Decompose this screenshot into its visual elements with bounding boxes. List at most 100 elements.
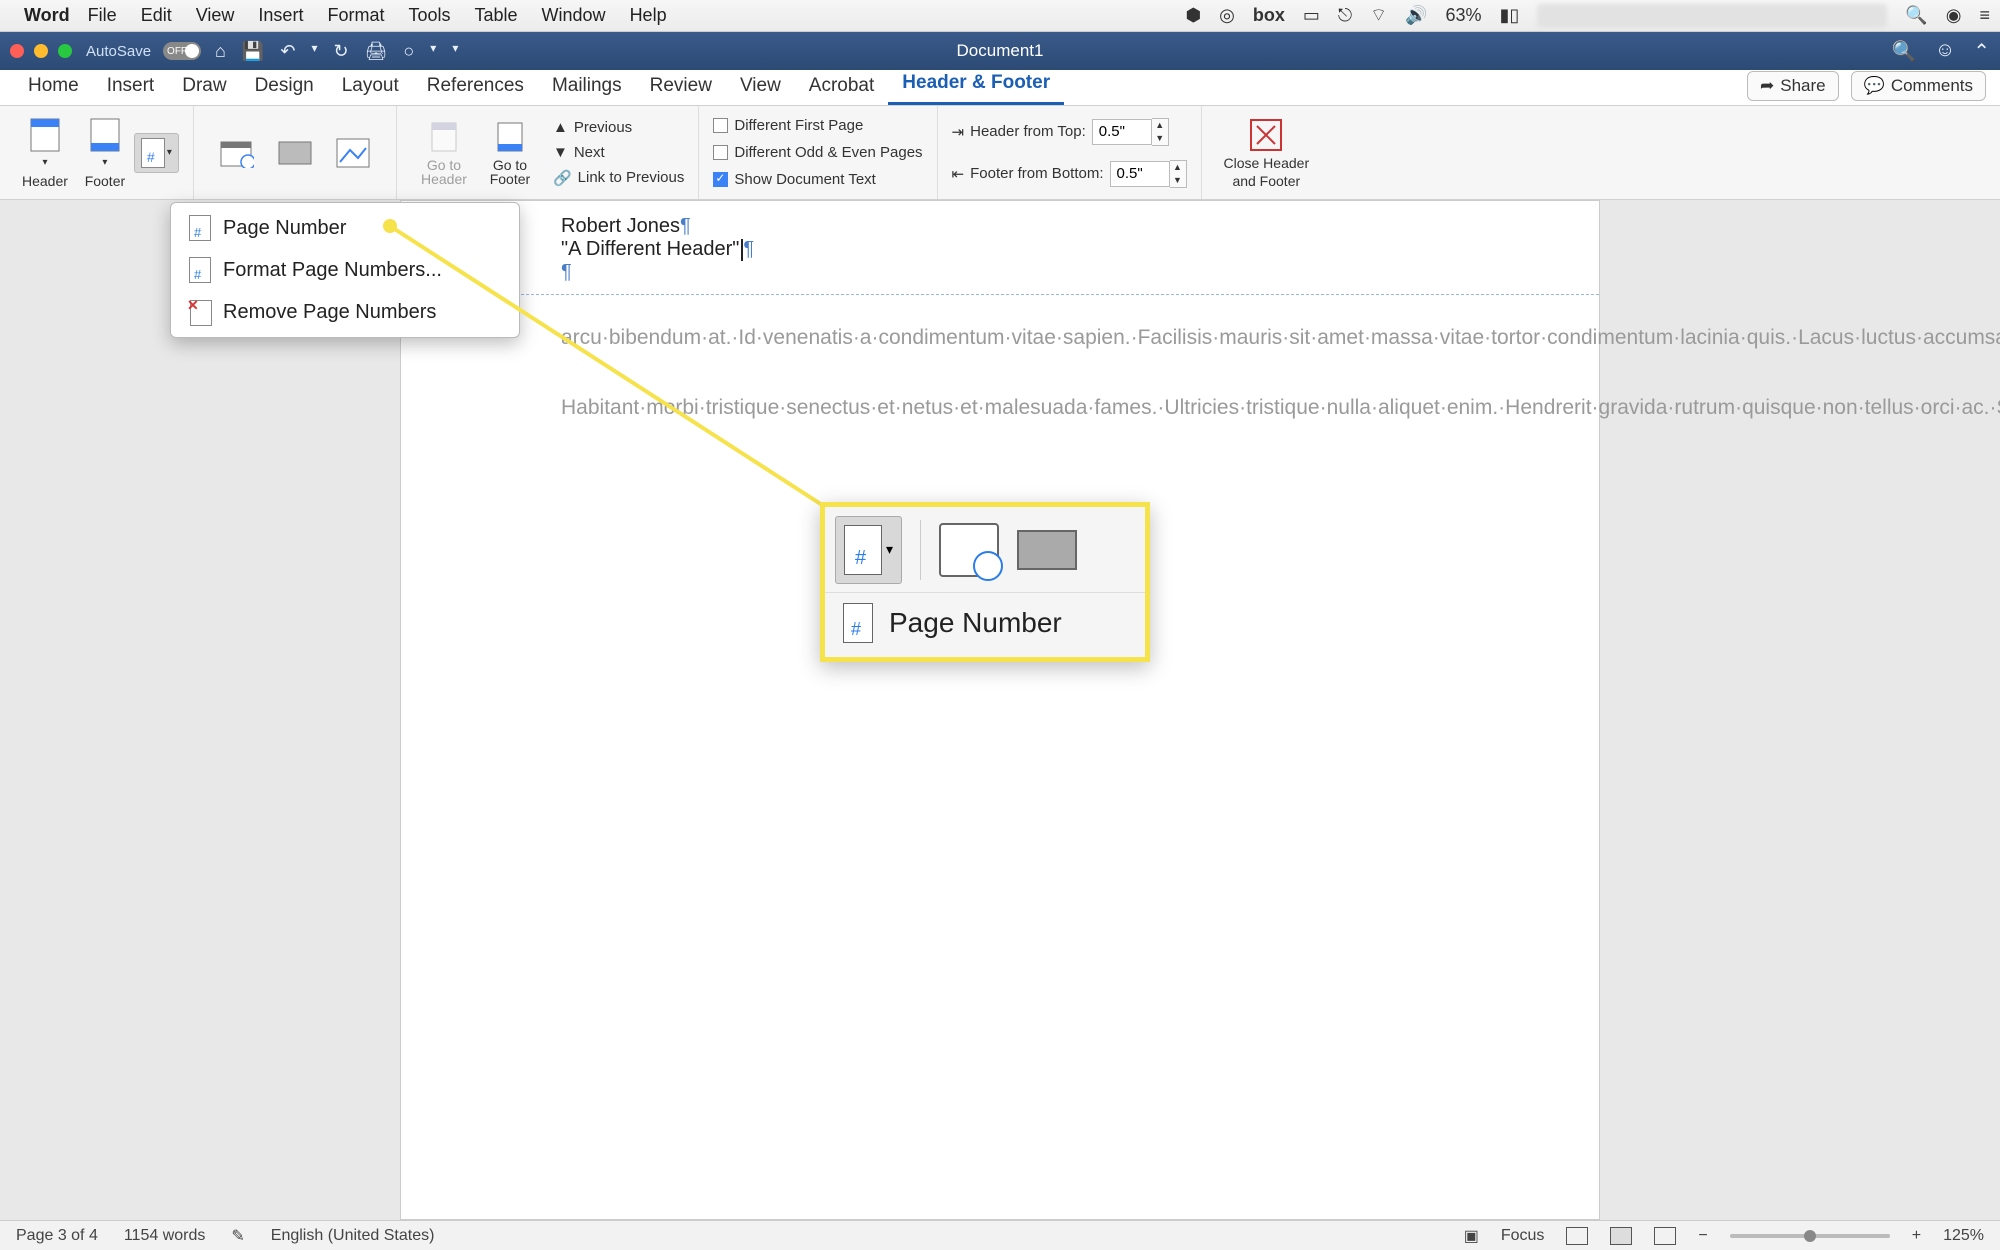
tab-layout[interactable]: Layout [328, 69, 413, 105]
menu-table[interactable]: Table [475, 5, 518, 26]
callout-picture-icon [1017, 530, 1077, 570]
spotlight-icon[interactable]: 🔍 [1905, 5, 1927, 26]
zoom-in-icon[interactable]: + [1912, 1227, 1921, 1245]
menu-file[interactable]: File [88, 5, 117, 26]
show-doctext-checkbox[interactable] [713, 172, 728, 187]
status-language[interactable]: English (United States) [271, 1227, 435, 1245]
tab-references[interactable]: References [413, 69, 538, 105]
header-label: Header [22, 174, 68, 188]
tab-review[interactable]: Review [636, 69, 726, 105]
pictures-button[interactable] [324, 132, 382, 174]
menubar-extra-icon[interactable]: ⬢ [1185, 5, 1201, 26]
date-time-button[interactable] [208, 132, 266, 174]
wifi-icon[interactable]: ⌔ [1370, 4, 1387, 27]
tab-design[interactable]: Design [241, 69, 328, 105]
document-info-button[interactable] [266, 132, 324, 174]
dropdown-page-number[interactable]: Page Number [171, 207, 519, 249]
page-number-button[interactable]: ▾ [134, 133, 179, 173]
search-icon[interactable]: 🔍 [1892, 39, 1917, 64]
goto-footer-button[interactable]: Go to Footer [477, 116, 543, 190]
view-print-icon[interactable] [1610, 1227, 1632, 1245]
next-button[interactable]: ▼Next [553, 142, 684, 163]
airplay-icon[interactable]: ▭ [1303, 5, 1320, 26]
creative-cloud-icon[interactable]: ◎ [1219, 5, 1235, 26]
tab-view[interactable]: View [726, 69, 795, 105]
minimize-window[interactable] [34, 44, 48, 58]
ribbon-options-icon[interactable]: ⌃ [1973, 39, 1990, 64]
view-web-icon[interactable] [1654, 1227, 1676, 1245]
autosave-label: AutoSave [86, 43, 151, 60]
spin-up[interactable]: ▲ [1152, 119, 1168, 132]
notification-center-icon[interactable]: ≡ [1979, 5, 1990, 26]
link-previous-button[interactable]: 🔗Link to Previous [553, 167, 684, 189]
dropdown-remove-page-numbers[interactable]: Remove Page Numbers [171, 291, 519, 333]
menu-window[interactable]: Window [542, 5, 606, 26]
zoom-value[interactable]: 125% [1943, 1227, 1984, 1245]
spellcheck-icon[interactable]: ✎ [231, 1226, 244, 1246]
box-icon[interactable]: box [1253, 5, 1285, 26]
siri-icon[interactable]: ◉ [1946, 5, 1962, 26]
header-region[interactable]: Robert Jones¶ "A Different Header"¶ ¶ He… [401, 201, 1599, 295]
home-icon[interactable]: ⌂ [215, 41, 226, 62]
comments-button[interactable]: 💬Comments [1851, 71, 1986, 101]
spin-up[interactable]: ▲ [1170, 161, 1186, 174]
body-text: arcu·bibendum·at.·Id·venenatis·a·condime… [401, 295, 1599, 479]
menu-edit[interactable]: Edit [141, 5, 172, 26]
zoom-window[interactable] [58, 44, 72, 58]
autosave-toggle[interactable]: OFF [163, 42, 201, 60]
dropdown-format-page-numbers[interactable]: Format Page Numbers... [171, 249, 519, 291]
share-button[interactable]: ➦Share [1747, 71, 1839, 101]
tab-header-footer[interactable]: Header & Footer [888, 66, 1064, 105]
tab-acrobat[interactable]: Acrobat [795, 69, 888, 105]
callout-page-number-button[interactable]: ▾ [835, 516, 902, 584]
status-words[interactable]: 1154 words [124, 1227, 206, 1245]
diff-first-checkbox[interactable] [713, 118, 728, 133]
menubar-blurred [1537, 4, 1887, 28]
tab-mailings[interactable]: Mailings [538, 69, 636, 105]
goto-header-button[interactable]: Go to Header [411, 116, 477, 190]
app-name[interactable]: Word [24, 5, 70, 26]
print-icon[interactable]: 🖨 [365, 41, 388, 62]
close-header-footer-button[interactable]: Close Header and Footer [1216, 114, 1318, 192]
menu-view[interactable]: View [196, 5, 235, 26]
spin-down[interactable]: ▼ [1152, 132, 1168, 145]
feedback-icon[interactable]: ☺ [1935, 39, 1955, 64]
focus-icon[interactable]: ▣ [1464, 1226, 1479, 1246]
shape-dropdown-icon[interactable]: ▾ [430, 41, 436, 62]
menu-format[interactable]: Format [327, 5, 384, 26]
undo-dropdown-icon[interactable]: ▾ [311, 41, 317, 62]
focus-label[interactable]: Focus [1501, 1227, 1545, 1245]
zoom-out-icon[interactable]: − [1698, 1227, 1707, 1245]
header-button[interactable]: ▾ Header [14, 114, 76, 192]
footer-button[interactable]: ▾ Footer [76, 114, 134, 192]
shape-icon[interactable]: ○ [403, 41, 414, 62]
battery-icon[interactable]: ▮▯ [1500, 5, 1520, 26]
footer-bottom-input[interactable] [1110, 161, 1170, 187]
menu-insert[interactable]: Insert [258, 5, 303, 26]
pilcrow-icon: ¶ [680, 215, 691, 237]
tab-home[interactable]: Home [14, 69, 93, 105]
spin-down[interactable]: ▼ [1170, 174, 1186, 187]
zoom-slider[interactable] [1730, 1234, 1890, 1238]
callout-page-number-item[interactable]: Page Number [825, 593, 1145, 657]
undo-icon[interactable]: ↶ [280, 41, 295, 62]
menu-tools[interactable]: Tools [408, 5, 450, 26]
previous-button[interactable]: ▲Previous [553, 117, 684, 138]
redo-icon[interactable]: ↻ [333, 41, 348, 62]
view-read-icon[interactable] [1566, 1227, 1588, 1245]
diff-oddeven-checkbox[interactable] [713, 145, 728, 160]
bluetooth-icon[interactable]: ⎋ [1338, 5, 1352, 26]
tab-draw[interactable]: Draw [168, 69, 240, 105]
document-area[interactable]: Robert Jones¶ "A Different Header"¶ ¶ He… [0, 200, 2000, 1220]
callout-page-number-icon [844, 525, 882, 575]
volume-icon[interactable]: 🔊 [1405, 5, 1427, 26]
footer-label: Footer [85, 174, 125, 188]
save-icon[interactable]: 💾 [242, 41, 264, 62]
status-page[interactable]: Page 3 of 4 [16, 1227, 98, 1245]
header-top-input[interactable] [1092, 119, 1152, 145]
close-window[interactable] [10, 44, 24, 58]
close-label2: and Footer [1232, 174, 1300, 188]
tab-insert[interactable]: Insert [93, 69, 169, 105]
customize-qat-icon[interactable]: ▾ [452, 41, 458, 62]
menu-help[interactable]: Help [630, 5, 667, 26]
